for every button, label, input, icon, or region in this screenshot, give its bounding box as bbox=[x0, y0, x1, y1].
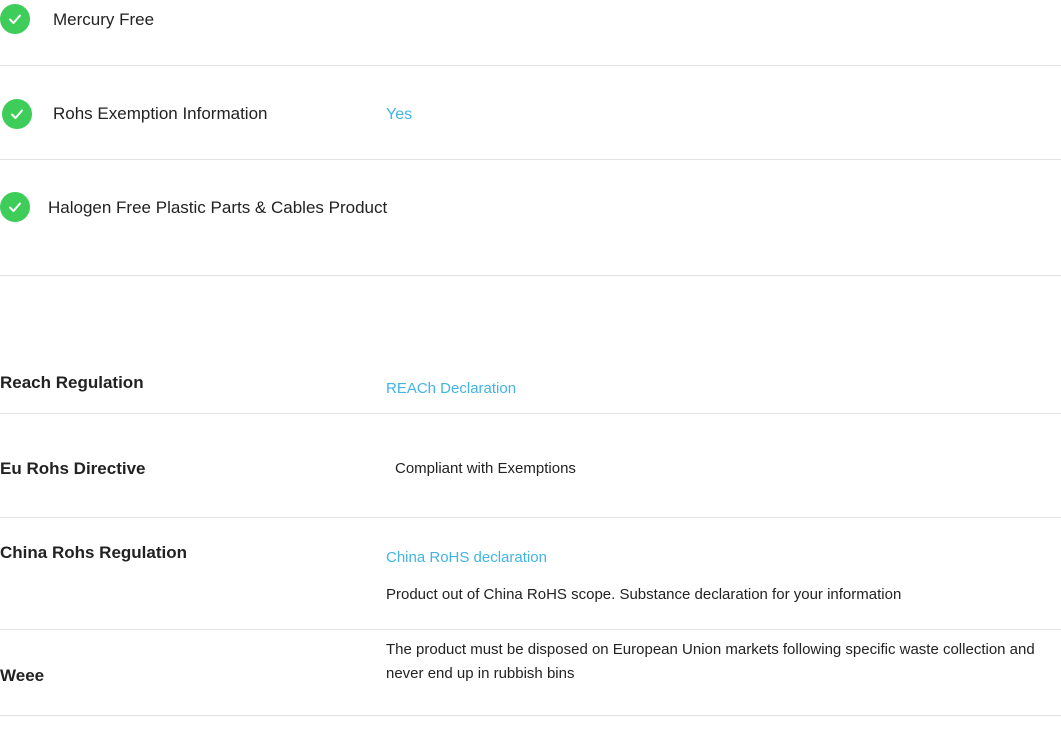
check-label: Rohs Exemption Information bbox=[53, 104, 268, 123]
check-label: Mercury Free bbox=[53, 10, 155, 29]
eu-rohs-status: Compliant with Exemptions bbox=[395, 460, 576, 477]
regulation-label: Weee bbox=[0, 666, 45, 685]
environmental-data-page: Mercury Free Rohs Exemption Information … bbox=[0, 0, 1061, 731]
regulation-label: Eu Rohs Directive bbox=[0, 459, 146, 478]
reach-declaration-link[interactable]: REACh Declaration bbox=[386, 378, 516, 400]
regulation-label: China Rohs Regulation bbox=[0, 543, 187, 562]
china-rohs-declaration-link[interactable]: China RoHS declaration bbox=[386, 547, 547, 569]
regulation-row-reach: Reach Regulation REACh Declaration bbox=[0, 336, 1061, 414]
regulation-label: Reach Regulation bbox=[0, 373, 144, 392]
regulation-row-eu-rohs: Eu Rohs Directive Compliant with Exempti… bbox=[0, 414, 1061, 518]
check-row-halogen-free: Halogen Free Plastic Parts & Cables Prod… bbox=[0, 160, 1061, 276]
check-row-rohs-exemption: Rohs Exemption Information Yes bbox=[0, 66, 1061, 160]
check-circle-icon bbox=[2, 99, 32, 129]
weee-disposal-text: The product must be disposed on European… bbox=[386, 641, 1035, 682]
check-circle-icon bbox=[0, 192, 30, 222]
check-circle-icon bbox=[0, 4, 30, 34]
rohs-exemption-yes-link[interactable]: Yes bbox=[386, 104, 412, 126]
check-label: Halogen Free Plastic Parts & Cables Prod… bbox=[48, 198, 388, 217]
regulation-row-china-rohs: China Rohs Regulation China RoHS declara… bbox=[0, 518, 1061, 630]
check-row-mercury-free: Mercury Free bbox=[0, 0, 1061, 66]
china-rohs-scope-text: Product out of China RoHS scope. Substan… bbox=[386, 586, 902, 603]
regulation-row-weee: Weee The product must be disposed on Eur… bbox=[0, 630, 1061, 716]
